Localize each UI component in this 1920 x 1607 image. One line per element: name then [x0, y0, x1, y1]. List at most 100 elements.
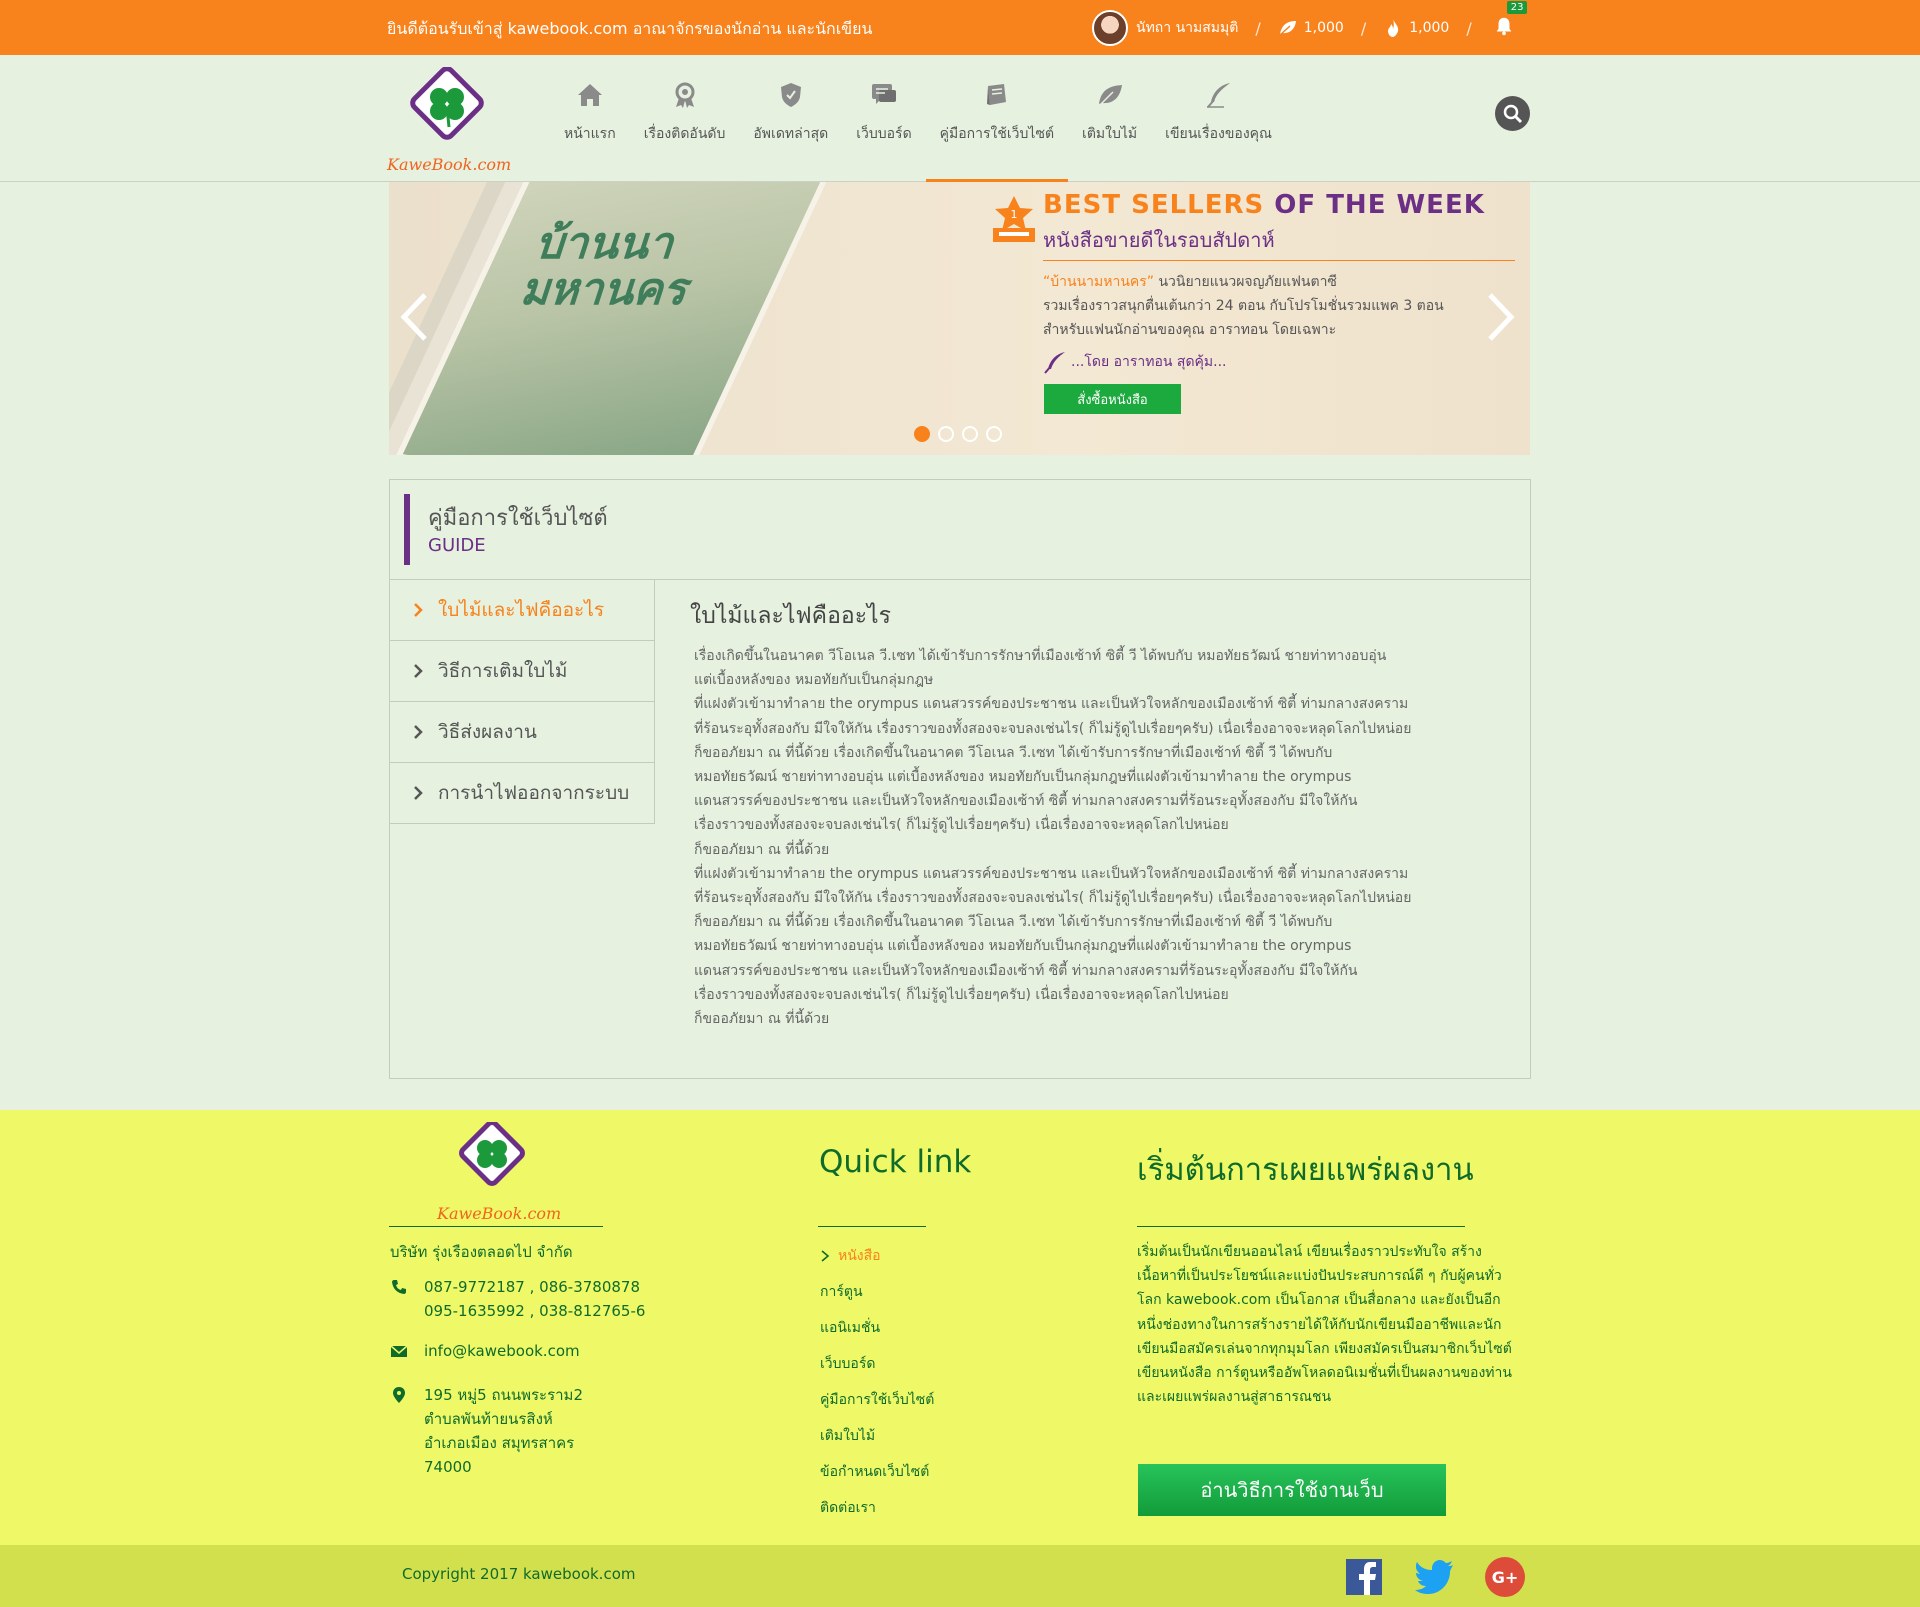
divider: /: [1360, 18, 1367, 38]
guide-menu-label: การนำไฟออกจากระบบ: [438, 782, 630, 804]
nav-topup-leaf[interactable]: เติมใบไม้: [1068, 80, 1151, 182]
banner-author-text: ...โดย อาราทอน สุดคุ้ม...: [1071, 354, 1227, 370]
slide-dot[interactable]: [962, 426, 978, 442]
chevron-right-icon: [414, 664, 423, 678]
footer: KaweBook.com บริษัท รุ่งเรืองตลอดไป จำกั…: [0, 1110, 1920, 1545]
username[interactable]: นัทถา นามสมมุติ: [1136, 17, 1238, 39]
envelope-icon: [390, 1345, 408, 1357]
twitter-icon[interactable]: [1415, 1557, 1455, 1597]
address-text: 195 หมู่5 ถนนพระราม2 ตำบลพันท้ายนรสิงห์ …: [424, 1386, 583, 1476]
user-area: นัทถา นามสมมุติ / 1,000 / 1,000 / 23: [1092, 1, 1528, 46]
fire-count: 1,000: [1409, 20, 1450, 36]
fire-balance[interactable]: 1,000: [1383, 18, 1449, 38]
leaf-balance[interactable]: 1,000: [1278, 18, 1344, 38]
chevron-right-icon: [414, 603, 423, 617]
quick-links: หนังสือ การ์ตูน แอนิเมชั่น เว็บบอร์ด คู่…: [820, 1238, 934, 1526]
shield-icon: [780, 83, 801, 107]
book-cover-title: บ้านนามหานคร: [515, 218, 699, 316]
banner-title: BEST SELLERS OF THE WEEK: [1043, 190, 1485, 220]
banner-author: ...โดย อาราทอน สุดคุ้ม...: [1043, 350, 1227, 374]
header: KaweBook.com หน้าแรก เรื่องติดอันดับ อัพ…: [0, 55, 1920, 182]
banner-desc-1: นวนิยายแนวผจญภัยแฟนตาซี: [1154, 274, 1337, 290]
banner-subtitle: หนังสือขายดีในรอบสัปดาห์: [1043, 228, 1275, 252]
google-plus-icon[interactable]: G+: [1485, 1557, 1525, 1597]
nav-label: เติมใบไม้: [1082, 126, 1138, 142]
contact-phone: 087-9772187 , 086-3780878 095-1635992 , …: [390, 1275, 645, 1323]
copyright-text: Copyright 2017 kawebook.com: [402, 1565, 636, 1583]
guide-menu-item-leaf-fire[interactable]: ใบไม้และไฟคืออะไร: [390, 580, 655, 641]
search-button[interactable]: [1495, 96, 1530, 131]
contact-email: info@kawebook.com: [390, 1339, 580, 1363]
banner-divider: [1043, 260, 1515, 261]
guide-sidebar: ใบไม้และไฟคืออะไร วิธีการเติมใบไม้ วิธีส…: [390, 580, 655, 824]
contact-address: 195 หมู่5 ถนนพระราม2 ตำบลพันท้ายนรสิงห์ …: [390, 1383, 583, 1479]
footer-divider: [1137, 1226, 1465, 1227]
quick-link-animation[interactable]: แอนิเมชั่น: [820, 1310, 934, 1346]
svg-text:1: 1: [1011, 208, 1018, 221]
guide-menu-item-withdraw-fire[interactable]: การนำไฟออกจากระบบ: [390, 763, 655, 824]
quick-link-books[interactable]: หนังสือ: [820, 1238, 934, 1274]
nav-label: เว็บบอร์ด: [856, 126, 912, 142]
copyright-bar: Copyright 2017 kawebook.com G+: [0, 1545, 1920, 1607]
nav-top-stories[interactable]: เรื่องติดอันดับ: [630, 80, 740, 182]
prev-slide-arrow-icon[interactable]: [399, 292, 429, 342]
top-bar: ยินดีต้อนรับเข้าสู่ kawebook.com อาณาจัก…: [0, 0, 1920, 55]
site-logo[interactable]: KaweBook.com: [387, 66, 511, 174]
quick-link-topup[interactable]: เติมใบไม้: [820, 1418, 934, 1454]
guide-menu-label: วิธีการเติมใบไม้: [438, 660, 568, 682]
quick-link-terms[interactable]: ข้อกำหนดเว็บไซต์: [820, 1454, 934, 1490]
welcome-text: ยินดีต้อนรับเข้าสู่ kawebook.com อาณาจัก…: [387, 19, 873, 38]
read-guide-button[interactable]: อ่านวิธีการใช้งานเว็บ: [1138, 1464, 1446, 1516]
divider: /: [1466, 18, 1472, 38]
nav-write-story[interactable]: เขียนเรื่องของคุณ: [1151, 80, 1286, 182]
notification-badge: 23: [1506, 1, 1528, 14]
rank-one-trophy-icon: 1: [993, 196, 1035, 242]
nav-label: เรื่องติดอันดับ: [643, 126, 726, 142]
footer-divider: [818, 1226, 926, 1227]
search-icon: [1503, 104, 1522, 123]
guide-content: ใบไม้และไฟคืออะไร เรื่องเกิดขึ้นในอนาคต …: [690, 598, 1490, 1031]
slide-dot[interactable]: [938, 426, 954, 442]
best-seller-banner: บ้านนามหานคร 1 BEST SELLERS OF THE WEEK …: [389, 182, 1530, 455]
book-cover-image[interactable]: บ้านนามหานคร: [394, 182, 844, 455]
page-title: คู่มือการใช้เว็บไซต์: [428, 506, 608, 531]
quick-link-cartoon[interactable]: การ์ตูน: [820, 1274, 934, 1310]
footer-divider: [389, 1226, 603, 1227]
book-icon: [986, 84, 1006, 105]
leaf-icon: [1279, 21, 1296, 36]
divider: /: [1255, 18, 1261, 38]
home-icon: [577, 84, 602, 106]
clover-logo-icon: [410, 66, 484, 140]
banner-title-purple: OF THE WEEK: [1274, 190, 1485, 220]
slide-dot[interactable]: [914, 426, 930, 442]
quick-link-contact[interactable]: ติดต่อเรา: [820, 1490, 934, 1526]
guide-menu-item-submit[interactable]: วิธีส่งผลงาน: [390, 702, 655, 763]
nav-label: หน้าแรก: [564, 126, 616, 142]
nav-home[interactable]: หน้าแรก: [550, 80, 630, 182]
nav-latest-updates[interactable]: อัพเดทล่าสุด: [739, 80, 842, 182]
nav-label: อัพเดทล่าสุด: [753, 126, 829, 142]
email-link[interactable]: info@kawebook.com: [424, 1339, 580, 1363]
slide-indicators: [914, 426, 1002, 442]
buy-book-button[interactable]: สั่งซื้อหนังสือ: [1044, 384, 1181, 414]
banner-desc-2: รวมเรื่องราวสนุกตื่นเต้นกว่า 24 ตอน กับโ…: [1043, 298, 1444, 314]
nav-label: คู่มือการใช้เว็บไซต์: [939, 126, 1055, 142]
phone-line-2: 095-1635992 , 038-812765-6: [424, 1302, 646, 1320]
publish-description: เริ่มต้นเป็นนักเขียนออนไลน์ เขียนเรื่องร…: [1137, 1244, 1512, 1406]
slide-dot[interactable]: [986, 426, 1002, 442]
avatar[interactable]: [1092, 10, 1128, 46]
quick-link-guide[interactable]: คู่มือการใช้เว็บไซต์: [820, 1382, 934, 1418]
svg-text:G+: G+: [1492, 1568, 1519, 1587]
company-name: บริษัท รุ่งเรืองตลอดไป จำกัด: [390, 1243, 573, 1261]
content-body: เรื่องเกิดขึ้นในอนาคต วีโอเนล วี.เซท ได้…: [694, 648, 1412, 1028]
notification-button[interactable]: 23: [1493, 1, 1528, 41]
nav-guide[interactable]: คู่มือการใช้เว็บไซต์: [925, 80, 1069, 182]
footer-logo[interactable]: KaweBook.com: [437, 1120, 561, 1223]
nav-webboard[interactable]: เว็บบอร์ด: [842, 80, 925, 182]
quick-link-webboard[interactable]: เว็บบอร์ด: [820, 1346, 934, 1382]
facebook-icon[interactable]: [1344, 1557, 1384, 1597]
fire-icon: [1388, 19, 1399, 37]
guide-menu-item-topup[interactable]: วิธีการเติมใบไม้: [390, 641, 655, 702]
page-title-en: GUIDE: [428, 535, 486, 556]
guide-menu-label: วิธีส่งผลงาน: [438, 721, 537, 743]
